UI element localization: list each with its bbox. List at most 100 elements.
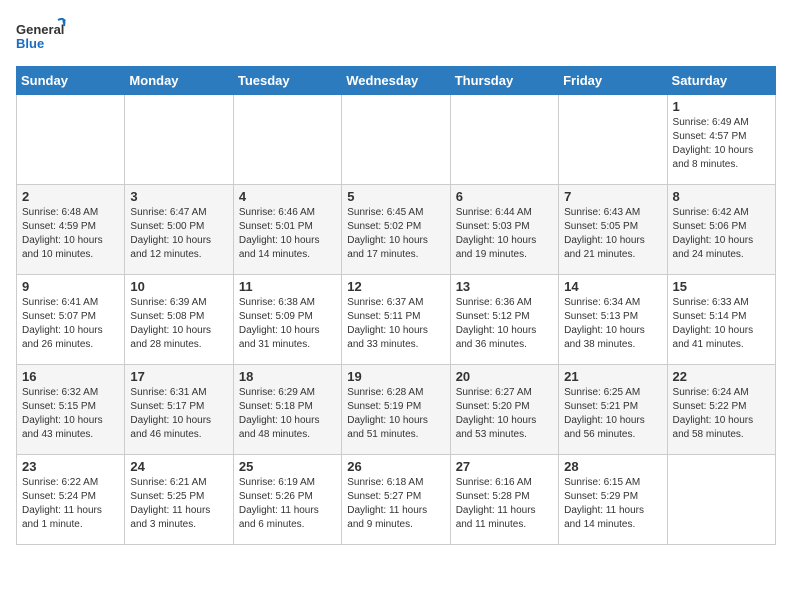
day-info: Sunrise: 6:18 AM Sunset: 5:27 PM Dayligh… bbox=[347, 476, 444, 532]
day-info: Sunrise: 6:37 AM Sunset: 5:11 PM Dayligh… bbox=[347, 296, 444, 352]
day-number: 27 bbox=[456, 459, 553, 474]
calendar-cell: 2 Sunrise: 6:48 AM Sunset: 4:59 PM Daylig… bbox=[17, 185, 125, 275]
day-number: 20 bbox=[456, 369, 553, 384]
calendar-cell bbox=[233, 95, 341, 185]
calendar-cell bbox=[559, 95, 667, 185]
calendar-cell bbox=[667, 455, 775, 545]
page-header: General Blue bbox=[16, 16, 776, 58]
day-info: Sunrise: 6:15 AM Sunset: 5:29 PM Dayligh… bbox=[564, 476, 661, 532]
calendar-cell: 25 Sunrise: 6:19 AM Sunset: 5:26 PM Dayli… bbox=[233, 455, 341, 545]
day-number: 3 bbox=[130, 189, 227, 204]
calendar-header: SundayMondayTuesdayWednesdayThursdayFrid… bbox=[17, 67, 776, 95]
day-number: 11 bbox=[239, 279, 336, 294]
week-row-2: 2 Sunrise: 6:48 AM Sunset: 4:59 PM Daylig… bbox=[17, 185, 776, 275]
calendar-cell: 21 Sunrise: 6:25 AM Sunset: 5:21 PM Dayli… bbox=[559, 365, 667, 455]
calendar-cell: 28Sunrise: 6:15 AM Sunset: 5:29 PM Dayli… bbox=[559, 455, 667, 545]
day-number: 16 bbox=[22, 369, 119, 384]
header-day-tuesday: Tuesday bbox=[233, 67, 341, 95]
calendar-cell: 27 Sunrise: 6:16 AM Sunset: 5:28 PM Dayli… bbox=[450, 455, 558, 545]
day-info: Sunrise: 6:36 AM Sunset: 5:12 PM Dayligh… bbox=[456, 296, 553, 352]
day-number: 6 bbox=[456, 189, 553, 204]
calendar-cell bbox=[125, 95, 233, 185]
header-day-monday: Monday bbox=[125, 67, 233, 95]
calendar-cell: 13 Sunrise: 6:36 AM Sunset: 5:12 PM Dayli… bbox=[450, 275, 558, 365]
calendar-cell: 14 Sunrise: 6:34 AM Sunset: 5:13 PM Dayli… bbox=[559, 275, 667, 365]
calendar-cell bbox=[342, 95, 450, 185]
day-info: Sunrise: 6:49 AM Sunset: 4:57 PM Dayligh… bbox=[673, 116, 770, 172]
day-number: 1 bbox=[673, 99, 770, 114]
day-info: Sunrise: 6:24 AM Sunset: 5:22 PM Dayligh… bbox=[673, 386, 770, 442]
day-info: Sunrise: 6:47 AM Sunset: 5:00 PM Dayligh… bbox=[130, 206, 227, 262]
day-info: Sunrise: 6:32 AM Sunset: 5:15 PM Dayligh… bbox=[22, 386, 119, 442]
header-day-saturday: Saturday bbox=[667, 67, 775, 95]
calendar-cell: 26 Sunrise: 6:18 AM Sunset: 5:27 PM Dayli… bbox=[342, 455, 450, 545]
day-number: 10 bbox=[130, 279, 227, 294]
day-number: 2 bbox=[22, 189, 119, 204]
week-row-3: 9 Sunrise: 6:41 AM Sunset: 5:07 PM Daylig… bbox=[17, 275, 776, 365]
week-row-4: 16 Sunrise: 6:32 AM Sunset: 5:15 PM Dayli… bbox=[17, 365, 776, 455]
day-number: 18 bbox=[239, 369, 336, 384]
logo: General Blue bbox=[16, 16, 66, 58]
day-number: 21 bbox=[564, 369, 661, 384]
day-info: Sunrise: 6:19 AM Sunset: 5:26 PM Dayligh… bbox=[239, 476, 336, 532]
calendar-cell: 10Sunrise: 6:39 AM Sunset: 5:08 PM Dayli… bbox=[125, 275, 233, 365]
header-day-thursday: Thursday bbox=[450, 67, 558, 95]
calendar-cell: 16 Sunrise: 6:32 AM Sunset: 5:15 PM Dayli… bbox=[17, 365, 125, 455]
day-number: 7 bbox=[564, 189, 661, 204]
calendar-cell bbox=[17, 95, 125, 185]
day-info: Sunrise: 6:28 AM Sunset: 5:19 PM Dayligh… bbox=[347, 386, 444, 442]
svg-text:General: General bbox=[16, 22, 64, 37]
day-info: Sunrise: 6:45 AM Sunset: 5:02 PM Dayligh… bbox=[347, 206, 444, 262]
day-info: Sunrise: 6:34 AM Sunset: 5:13 PM Dayligh… bbox=[564, 296, 661, 352]
calendar-cell: 6 Sunrise: 6:44 AM Sunset: 5:03 PM Daylig… bbox=[450, 185, 558, 275]
day-info: Sunrise: 6:21 AM Sunset: 5:25 PM Dayligh… bbox=[130, 476, 227, 532]
day-number: 26 bbox=[347, 459, 444, 474]
day-number: 5 bbox=[347, 189, 444, 204]
header-day-friday: Friday bbox=[559, 67, 667, 95]
day-number: 22 bbox=[673, 369, 770, 384]
logo-svg-icon: General Blue bbox=[16, 16, 66, 58]
day-number: 9 bbox=[22, 279, 119, 294]
day-info: Sunrise: 6:46 AM Sunset: 5:01 PM Dayligh… bbox=[239, 206, 336, 262]
day-info: Sunrise: 6:38 AM Sunset: 5:09 PM Dayligh… bbox=[239, 296, 336, 352]
day-number: 23 bbox=[22, 459, 119, 474]
calendar-cell: 17Sunrise: 6:31 AM Sunset: 5:17 PM Dayli… bbox=[125, 365, 233, 455]
day-info: Sunrise: 6:29 AM Sunset: 5:18 PM Dayligh… bbox=[239, 386, 336, 442]
calendar-cell: 19 Sunrise: 6:28 AM Sunset: 5:19 PM Dayli… bbox=[342, 365, 450, 455]
calendar-cell: 23 Sunrise: 6:22 AM Sunset: 5:24 PM Dayli… bbox=[17, 455, 125, 545]
day-info: Sunrise: 6:44 AM Sunset: 5:03 PM Dayligh… bbox=[456, 206, 553, 262]
day-info: Sunrise: 6:33 AM Sunset: 5:14 PM Dayligh… bbox=[673, 296, 770, 352]
day-number: 19 bbox=[347, 369, 444, 384]
calendar-cell: 1 Sunrise: 6:49 AM Sunset: 4:57 PM Daylig… bbox=[667, 95, 775, 185]
day-number: 14 bbox=[564, 279, 661, 294]
svg-text:Blue: Blue bbox=[16, 36, 44, 51]
calendar-cell: 24 Sunrise: 6:21 AM Sunset: 5:25 PM Dayli… bbox=[125, 455, 233, 545]
day-number: 13 bbox=[456, 279, 553, 294]
day-info: Sunrise: 6:25 AM Sunset: 5:21 PM Dayligh… bbox=[564, 386, 661, 442]
calendar-cell: 15Sunrise: 6:33 AM Sunset: 5:14 PM Dayli… bbox=[667, 275, 775, 365]
day-info: Sunrise: 6:41 AM Sunset: 5:07 PM Dayligh… bbox=[22, 296, 119, 352]
day-number: 4 bbox=[239, 189, 336, 204]
day-number: 25 bbox=[239, 459, 336, 474]
calendar-cell: 12 Sunrise: 6:37 AM Sunset: 5:11 PM Dayli… bbox=[342, 275, 450, 365]
calendar-cell bbox=[450, 95, 558, 185]
day-info: Sunrise: 6:48 AM Sunset: 4:59 PM Dayligh… bbox=[22, 206, 119, 262]
day-info: Sunrise: 6:22 AM Sunset: 5:24 PM Dayligh… bbox=[22, 476, 119, 532]
week-row-5: 23 Sunrise: 6:22 AM Sunset: 5:24 PM Dayli… bbox=[17, 455, 776, 545]
calendar-cell: 20 Sunrise: 6:27 AM Sunset: 5:20 PM Dayli… bbox=[450, 365, 558, 455]
day-info: Sunrise: 6:16 AM Sunset: 5:28 PM Dayligh… bbox=[456, 476, 553, 532]
calendar-cell: 18 Sunrise: 6:29 AM Sunset: 5:18 PM Dayli… bbox=[233, 365, 341, 455]
day-number: 24 bbox=[130, 459, 227, 474]
calendar-body: 1 Sunrise: 6:49 AM Sunset: 4:57 PM Daylig… bbox=[17, 95, 776, 545]
day-number: 12 bbox=[347, 279, 444, 294]
calendar-cell: 11 Sunrise: 6:38 AM Sunset: 5:09 PM Dayli… bbox=[233, 275, 341, 365]
calendar-cell: 5 Sunrise: 6:45 AM Sunset: 5:02 PM Daylig… bbox=[342, 185, 450, 275]
day-info: Sunrise: 6:31 AM Sunset: 5:17 PM Dayligh… bbox=[130, 386, 227, 442]
day-info: Sunrise: 6:27 AM Sunset: 5:20 PM Dayligh… bbox=[456, 386, 553, 442]
calendar-cell: 9 Sunrise: 6:41 AM Sunset: 5:07 PM Daylig… bbox=[17, 275, 125, 365]
calendar-cell: 22 Sunrise: 6:24 AM Sunset: 5:22 PM Dayli… bbox=[667, 365, 775, 455]
week-row-1: 1 Sunrise: 6:49 AM Sunset: 4:57 PM Daylig… bbox=[17, 95, 776, 185]
day-info: Sunrise: 6:42 AM Sunset: 5:06 PM Dayligh… bbox=[673, 206, 770, 262]
day-info: Sunrise: 6:43 AM Sunset: 5:05 PM Dayligh… bbox=[564, 206, 661, 262]
calendar-cell: 8Sunrise: 6:42 AM Sunset: 5:06 PM Daylig… bbox=[667, 185, 775, 275]
